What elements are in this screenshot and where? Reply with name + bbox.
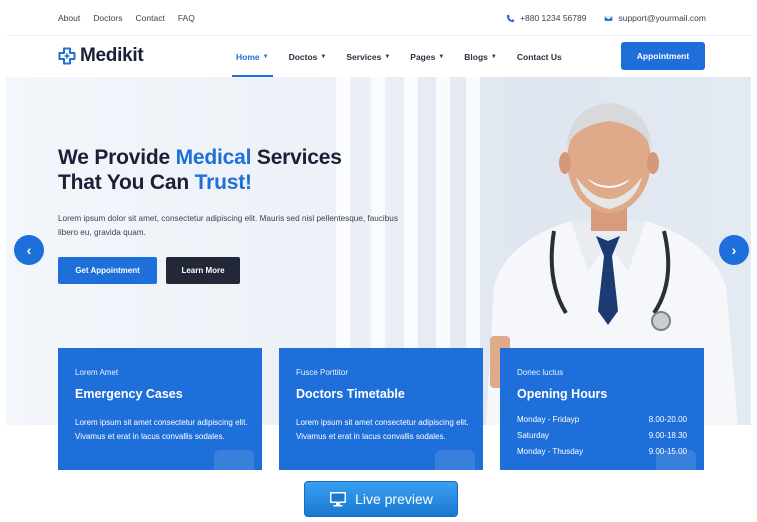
card-title: Emergency Cases bbox=[75, 387, 183, 401]
top-link-about[interactable]: About bbox=[58, 13, 80, 23]
hours-day: Monday - Thusday bbox=[517, 447, 584, 456]
live-preview-label: Live preview bbox=[355, 491, 433, 507]
chevron-right-icon: › bbox=[731, 242, 737, 258]
hero-headline: We Provide Medical Services That You Can… bbox=[58, 145, 342, 195]
card-kicker: Fusce Porttitor bbox=[296, 368, 349, 377]
card-title: Opening Hours bbox=[517, 387, 608, 401]
top-link-doctors[interactable]: Doctors bbox=[93, 13, 122, 23]
top-link-contact[interactable]: Contact bbox=[136, 13, 165, 23]
card-title: Doctors Timetable bbox=[296, 387, 405, 401]
timetable-card[interactable]: Fusce Porttitor Doctors Timetable Lorem … bbox=[279, 348, 483, 470]
top-bar: About Doctors Contact FAQ +880 1234 5678… bbox=[6, 0, 751, 36]
hero-description: Lorem ipsum dolor sit amet, consectetur … bbox=[58, 214, 398, 237]
main-nav: Medikit Home ▼ Doctos ▼ Services ▼ Pages ▼ B… bbox=[6, 37, 751, 77]
nav-label: Doctos bbox=[288, 52, 318, 62]
appointment-button[interactable]: Appointment bbox=[621, 42, 705, 70]
headline-text: We Provide bbox=[58, 146, 176, 169]
monitor-icon bbox=[330, 492, 347, 507]
chevron-down-icon: ▼ bbox=[320, 54, 327, 60]
nav-item-blogs[interactable]: Blogs ▼ bbox=[454, 37, 507, 77]
card-body: Lorem ipsum sit amet consectetur adipisc… bbox=[296, 418, 469, 441]
phone-info[interactable]: +880 1234 56789 bbox=[506, 13, 586, 23]
nav-label: Pages bbox=[410, 52, 436, 62]
briefcase-icon bbox=[435, 450, 475, 470]
clock-icon bbox=[656, 450, 696, 470]
contact-info: +880 1234 56789 support@yourmail.com bbox=[506, 13, 706, 23]
hours-row: Saturday 9.00-18.30 bbox=[517, 428, 687, 444]
slider-prev-button[interactable]: ‹ bbox=[14, 235, 44, 265]
hours-time: 8.00-20.00 bbox=[648, 415, 687, 424]
ambulance-icon bbox=[214, 450, 254, 470]
nav-label: Contact Us bbox=[516, 52, 562, 62]
live-preview-button[interactable]: Live preview bbox=[304, 481, 458, 517]
hours-row: Monday - Fridayp 8.00-20.00 bbox=[517, 412, 687, 428]
headline-text: Services bbox=[251, 146, 342, 169]
opening-hours-card[interactable]: Donec luctus Opening Hours Monday - Frid… bbox=[500, 348, 704, 470]
phone-number: +880 1234 56789 bbox=[520, 13, 587, 23]
card-kicker: Donec luctus bbox=[517, 368, 564, 377]
email-address: support@yourmail.com bbox=[618, 13, 706, 23]
medical-cross-icon bbox=[58, 47, 76, 65]
chevron-down-icon: ▼ bbox=[384, 54, 391, 60]
nav-label: Blogs bbox=[464, 52, 488, 62]
chevron-left-icon: ‹ bbox=[26, 242, 32, 258]
headline-text: That You Can bbox=[58, 171, 195, 194]
nav-item-contact-us[interactable]: Contact Us bbox=[507, 37, 572, 77]
brand-name: Medikit bbox=[80, 45, 144, 66]
hours-day: Saturday bbox=[517, 431, 550, 440]
email-info[interactable]: support@yourmail.com bbox=[604, 13, 706, 23]
nav-item-services[interactable]: Services ▼ bbox=[336, 37, 400, 77]
card-body: Lorem ipsum sit amet consectetur adipisc… bbox=[75, 418, 248, 441]
headline-highlight: Trust! bbox=[194, 171, 252, 194]
nav-label: Home bbox=[236, 52, 260, 62]
chevron-down-icon: ▼ bbox=[490, 54, 497, 60]
emergency-card[interactable]: Lorem Amet Emergency Cases Lorem ipsum s… bbox=[58, 348, 262, 470]
hours-day: Monday - Fridayp bbox=[517, 415, 580, 424]
hours-time: 9.00-18.30 bbox=[648, 431, 687, 440]
nav-item-pages[interactable]: Pages ▼ bbox=[400, 37, 454, 77]
top-links: About Doctors Contact FAQ bbox=[58, 13, 195, 23]
get-appointment-button[interactable]: Get Appointment bbox=[58, 257, 157, 284]
chevron-down-icon: ▼ bbox=[438, 54, 445, 60]
mail-icon bbox=[604, 15, 614, 21]
headline-highlight: Medical bbox=[175, 146, 252, 169]
chevron-down-icon: ▼ bbox=[262, 54, 269, 60]
slider-next-button[interactable]: › bbox=[719, 235, 749, 265]
card-kicker: Lorem Amet bbox=[75, 368, 119, 377]
top-link-faq[interactable]: FAQ bbox=[178, 13, 195, 23]
learn-more-button[interactable]: Learn More bbox=[166, 257, 240, 284]
nav-item-doctors[interactable]: Doctos ▼ bbox=[279, 37, 337, 77]
brand-logo[interactable]: Medikit bbox=[58, 45, 144, 67]
nav-label: Services bbox=[346, 52, 382, 62]
website-preview: About Doctors Contact FAQ +880 1234 5678… bbox=[6, 0, 751, 470]
nav-item-home[interactable]: Home ▼ bbox=[226, 37, 279, 77]
phone-icon bbox=[506, 14, 515, 22]
nav-menu: Home ▼ Doctos ▼ Services ▼ Pages ▼ Blogs ▼ Co… bbox=[226, 37, 572, 77]
